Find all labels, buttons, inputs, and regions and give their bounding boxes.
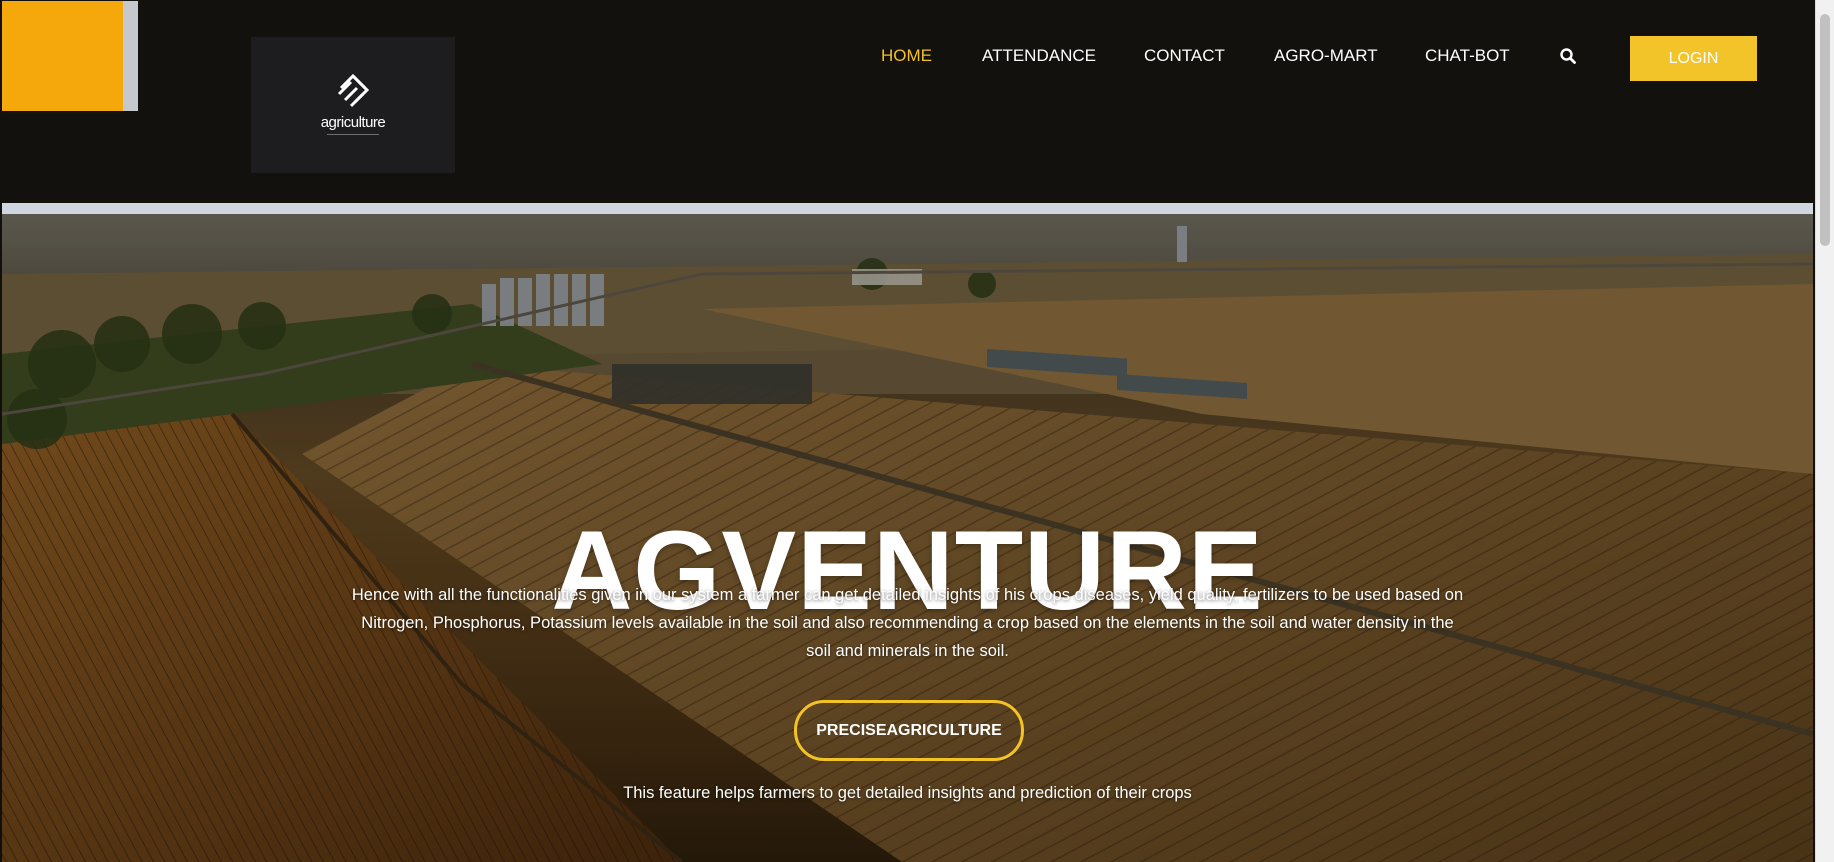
nav-contact[interactable]: CONTACT [1144, 44, 1225, 68]
page: agriculture HOME ATTENDANCE CONTACT AGRO… [0, 0, 1834, 862]
nav-home[interactable]: HOME [881, 44, 932, 68]
site-header: agriculture HOME ATTENDANCE CONTACT AGRO… [0, 0, 1815, 203]
main-nav: HOME ATTENDANCE CONTACT AGRO-MART CHAT-B… [0, 44, 1815, 68]
header-divider [2, 203, 1813, 214]
nav-chat-bot[interactable]: CHAT-BOT [1425, 44, 1510, 68]
cta-caption: This feature helps farmers to get detail… [623, 783, 1192, 802]
hero-section: AGVENTURE Hence with all the functionali… [2, 214, 1813, 862]
vertical-scrollbar[interactable] [1815, 0, 1834, 862]
precise-agriculture-button[interactable]: PRECISEAGRICULTURE [794, 700, 1024, 761]
nav-agro-mart[interactable]: AGRO-MART [1274, 44, 1378, 68]
scrollbar-thumb[interactable] [1820, 14, 1830, 246]
hero-description: Hence with all the functionalities given… [351, 585, 1464, 660]
search-icon[interactable] [1559, 47, 1577, 65]
logo-tagline [327, 133, 379, 135]
login-button[interactable]: LOGIN [1630, 36, 1757, 81]
logo-text: agriculture [320, 113, 386, 131]
agriculture-logo-icon [337, 73, 370, 107]
nav-attendance[interactable]: ATTENDANCE [982, 44, 1096, 68]
